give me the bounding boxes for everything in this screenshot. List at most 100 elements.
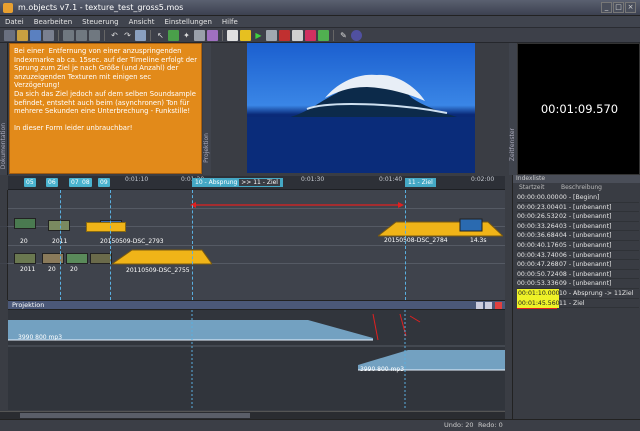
- audio-waveform: [8, 310, 505, 410]
- tool-icon[interactable]: [207, 29, 218, 41]
- index-list-row[interactable]: 00:00:40.17605 - [unbenannt]: [517, 241, 639, 251]
- status-bar: Undo: 20 Redo: 0: [0, 419, 640, 431]
- maximize-button[interactable]: □: [613, 2, 624, 13]
- track-header[interactable]: [0, 190, 8, 226]
- image-thumbnail[interactable]: [48, 220, 70, 231]
- index-list-row[interactable]: 00:00:00.00000 - [Beginn]: [517, 193, 639, 203]
- copy-icon[interactable]: [76, 29, 87, 41]
- track-label: 20: [20, 238, 28, 245]
- index-list-row[interactable]: 00:01:45.56011 - Ziel: [517, 298, 639, 309]
- print-icon[interactable]: [43, 29, 54, 41]
- app-logo-icon: [3, 3, 13, 13]
- index-list-row[interactable]: 00:00:43.74006 - [unbenannt]: [517, 251, 639, 261]
- image-clip-envelope[interactable]: [378, 216, 503, 238]
- redo-icon[interactable]: ↷: [122, 30, 133, 41]
- index-list-row[interactable]: 00:00:26.53202 - [unbenannt]: [517, 212, 639, 222]
- new-file-icon[interactable]: [4, 29, 15, 41]
- undo-icon[interactable]: ↶: [109, 30, 120, 41]
- menu-bearbeiten[interactable]: Bearbeiten: [29, 16, 77, 27]
- record-red-icon[interactable]: [279, 29, 290, 41]
- audio-track-area[interactable]: 3990 800 mp3 3990 800 mp3: [8, 310, 505, 410]
- window-icon[interactable]: [485, 302, 492, 309]
- index-start-time: 00:00:50.724: [517, 270, 559, 278]
- audio-file-label: 3990 800 mp3: [360, 366, 405, 373]
- paste-icon[interactable]: [89, 29, 100, 41]
- red-arrow-annotation: [190, 202, 404, 208]
- scrollbar-thumb[interactable]: [20, 413, 250, 418]
- timecode-display: 00:01:09.570: [517, 43, 640, 175]
- island-image: [247, 74, 475, 173]
- index-list-row[interactable]: 00:00:23.00401 - [unbenannt]: [517, 203, 639, 213]
- pause-icon[interactable]: [240, 29, 251, 41]
- menu-bar: Datei Bearbeiten Steuerung Ansicht Einstellu…: [0, 16, 640, 28]
- index-marker-06[interactable]: 06: [46, 178, 58, 187]
- marker-10-label: 10 - Absprung: [195, 179, 238, 186]
- image-thumbnail[interactable]: [14, 253, 36, 264]
- cut-icon[interactable]: [63, 29, 74, 41]
- screen-icon[interactable]: [305, 29, 316, 41]
- track-header[interactable]: [0, 264, 8, 300]
- projection-strip[interactable]: Projektion: [203, 43, 211, 175]
- documentation-strip[interactable]: Dokumentation: [0, 43, 8, 175]
- image-thumbnail[interactable]: [66, 253, 88, 264]
- index-start-time: 00:01:45.560: [517, 298, 560, 309]
- menu-ansicht[interactable]: Ansicht: [124, 16, 160, 27]
- play-icon[interactable]: ▶: [253, 30, 264, 41]
- minimize-button[interactable]: _: [601, 2, 612, 13]
- window-icon[interactable]: [476, 302, 483, 309]
- index-marker-09[interactable]: 09: [98, 178, 110, 187]
- stop-icon[interactable]: [227, 29, 238, 41]
- index-list-title: Indexliste: [513, 175, 640, 183]
- menu-einstellungen[interactable]: Einstellungen: [159, 16, 216, 27]
- time-window-strip[interactable]: Zeitfenster: [509, 43, 517, 175]
- zoom-tool-icon[interactable]: [194, 29, 205, 41]
- mic-icon[interactable]: ✎: [338, 30, 349, 41]
- index-start-time: 00:00:33.264: [517, 222, 559, 230]
- column-start-header[interactable]: Startzeit: [519, 184, 545, 191]
- image-clip-envelope[interactable]: [112, 246, 212, 266]
- image-thumbnail[interactable]: [14, 218, 36, 229]
- record-icon[interactable]: [266, 29, 277, 41]
- column-desc-header[interactable]: Beschreibung: [561, 184, 602, 191]
- speech-bubble-icon[interactable]: [292, 29, 303, 41]
- image-track-area[interactable]: 20 2011 20150509-DSC_2793 2011 20 20 201…: [0, 190, 505, 300]
- menu-hilfe[interactable]: Hilfe: [217, 16, 243, 27]
- marker-line: [192, 190, 193, 300]
- pointer-tool-icon[interactable]: ↖: [155, 30, 166, 41]
- audio-file-label: 3990 800 mp3: [18, 334, 63, 341]
- index-marker-05[interactable]: 05: [24, 178, 36, 187]
- menu-steuerung[interactable]: Steuerung: [77, 16, 123, 27]
- magic-tool-icon[interactable]: ✦: [181, 30, 192, 41]
- close-track-icon[interactable]: [495, 302, 502, 309]
- index-list-row[interactable]: 00:00:47.26807 - [unbenannt]: [517, 260, 639, 270]
- index-list-row[interactable]: 00:01:10.00010 - Absprung -> 11Ziel: [517, 289, 639, 299]
- menu-datei[interactable]: Datei: [0, 16, 29, 27]
- image-thumbnail[interactable]: [90, 253, 112, 264]
- index-start-time: 00:00:43.740: [517, 251, 559, 259]
- projection-bar[interactable]: Projektion: [8, 300, 505, 310]
- track-header[interactable]: [0, 227, 8, 263]
- projection-preview[interactable]: [247, 43, 475, 173]
- index-description: 10 - Absprung -> 11Ziel: [559, 290, 634, 297]
- image-clip[interactable]: [86, 222, 126, 232]
- index-list-row[interactable]: 00:00:36.68404 - [unbenannt]: [517, 231, 639, 241]
- index-list-row[interactable]: 00:00:50.72408 - [unbenannt]: [517, 270, 639, 280]
- save-icon[interactable]: [30, 29, 41, 41]
- close-button[interactable]: ×: [625, 2, 636, 13]
- insert-tool-icon[interactable]: [168, 29, 179, 41]
- green-box-icon[interactable]: [318, 29, 329, 41]
- index-start-time: 00:00:53.336: [517, 280, 559, 288]
- index-marker-07[interactable]: 07: [69, 178, 81, 187]
- disc-icon[interactable]: [351, 29, 362, 41]
- timeline-scrollbar[interactable]: [0, 411, 505, 419]
- index-marker-10[interactable]: 10 - Absprung >> 11 - Ziel: [192, 178, 283, 187]
- index-list-row[interactable]: 00:00:53.33609 - [unbenannt]: [517, 279, 639, 289]
- index-marker-08[interactable]: 08: [80, 178, 92, 187]
- open-folder-icon[interactable]: [17, 29, 28, 41]
- ruler-time: 0:01:10: [125, 176, 149, 183]
- index-marker-11[interactable]: 11 - Ziel: [405, 178, 436, 187]
- properties-icon[interactable]: [135, 29, 146, 41]
- title-bar: m.objects v7.1 - texture_test_gross5.mos…: [0, 0, 640, 16]
- index-list-row[interactable]: 00:00:33.26403 - [unbenannt]: [517, 222, 639, 232]
- note-text-box[interactable]: Bei einer Entfernung von einer anzusprin…: [9, 43, 202, 174]
